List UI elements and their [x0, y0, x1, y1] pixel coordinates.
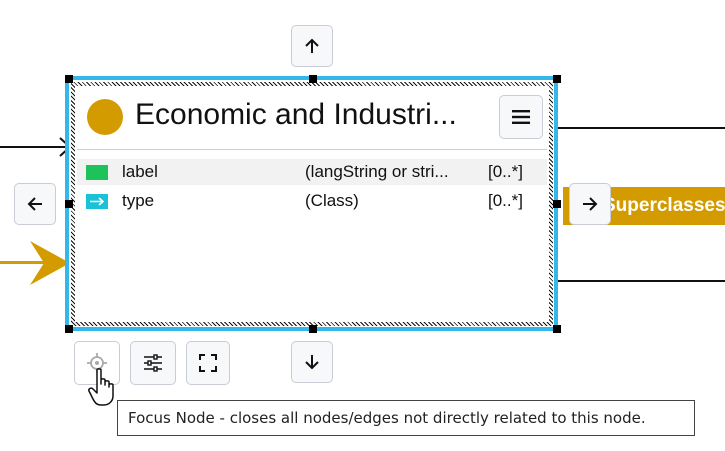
- node-color-dot: [87, 99, 123, 135]
- title-divider: [77, 149, 547, 150]
- resize-handle-n[interactable]: [309, 75, 317, 83]
- cyan-arrow-icon: [86, 194, 108, 209]
- outgoing-edge-bottom: [558, 280, 725, 282]
- navigate-right-button[interactable]: [569, 183, 611, 225]
- incoming-edge-top: [0, 146, 66, 148]
- outgoing-edge-top: [558, 127, 725, 129]
- resize-handle-e[interactable]: [553, 200, 561, 208]
- arrow-right-icon: [583, 197, 598, 211]
- property-type: (langString or stri...: [305, 162, 449, 181]
- arrow-down-icon: [305, 355, 319, 370]
- sliders-icon: [144, 354, 162, 372]
- resize-handle-se[interactable]: [553, 325, 561, 333]
- property-cardinality: [0..*]: [488, 191, 523, 210]
- node-settings-button[interactable]: [130, 341, 176, 385]
- property-name: label: [122, 162, 158, 181]
- expand-icon: [199, 354, 217, 372]
- arrow-up-icon: [305, 38, 319, 53]
- superclass-arrowhead: [30, 241, 70, 285]
- arrow-left-icon: [27, 197, 42, 211]
- resize-handle-nw[interactable]: [65, 75, 73, 83]
- hand-pointer-cursor-icon: [88, 368, 114, 406]
- property-type: (Class): [305, 191, 359, 210]
- resize-handle-sw[interactable]: [65, 325, 73, 333]
- property-cardinality: [0..*]: [488, 162, 523, 181]
- hamburger-menu-icon: [512, 110, 530, 124]
- navigate-down-button[interactable]: [291, 341, 333, 383]
- property-row-label[interactable]: label (langString or stri... [0..*]: [77, 159, 547, 185]
- property-name: type: [122, 191, 155, 210]
- expand-node-button[interactable]: [186, 341, 230, 385]
- resize-handle-w[interactable]: [65, 200, 73, 208]
- navigate-left-button[interactable]: [14, 183, 56, 225]
- property-row-type[interactable]: type (Class) [0..*]: [77, 188, 547, 214]
- navigate-up-button[interactable]: [291, 25, 333, 67]
- resize-handle-ne[interactable]: [553, 75, 561, 83]
- node-menu-button[interactable]: [499, 95, 543, 139]
- resize-handle-s[interactable]: [309, 325, 317, 333]
- tooltip: Focus Node - closes all nodes/edges not …: [117, 400, 695, 436]
- green-square-icon: [86, 165, 108, 180]
- node-title[interactable]: Economic and Industri...: [135, 95, 495, 135]
